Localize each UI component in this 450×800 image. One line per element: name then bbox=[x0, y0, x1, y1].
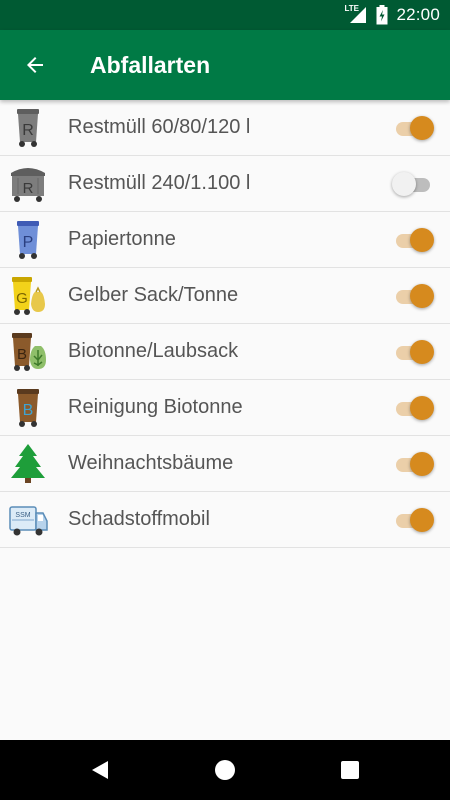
back-button[interactable] bbox=[14, 44, 56, 86]
bio-bin-leaf-bag-icon: B bbox=[12, 333, 46, 371]
toggle-switch[interactable] bbox=[392, 115, 436, 141]
status-icons: LTE 22:00 bbox=[344, 0, 440, 30]
network-type: LTE bbox=[344, 4, 359, 13]
switch-thumb bbox=[410, 452, 434, 476]
switch-thumb bbox=[410, 284, 434, 308]
toggle-switch[interactable] bbox=[392, 283, 436, 309]
switch-thumb bbox=[410, 508, 434, 532]
list-item-label: Biotonne/Laubsack bbox=[68, 340, 239, 362]
list-item-label: Gelber Sack/Tonne bbox=[68, 284, 239, 306]
switch-thumb bbox=[410, 340, 434, 364]
list-item-label: Schadstoffmobil bbox=[68, 508, 210, 530]
yellow-bin-bag-icon: G bbox=[12, 277, 45, 315]
restmuell-container-icon: R bbox=[11, 168, 45, 202]
toggle-switch[interactable] bbox=[392, 507, 436, 533]
list-item[interactable]: R Restmüll 60/80/120 l bbox=[0, 100, 450, 156]
switch-thumb bbox=[392, 172, 416, 196]
christmas-tree-icon bbox=[11, 444, 45, 483]
switch-thumb bbox=[410, 116, 434, 140]
list-item-label: Restmüll 60/80/120 l bbox=[68, 116, 251, 138]
toggle-switch[interactable] bbox=[392, 339, 436, 365]
svg-text:G: G bbox=[16, 290, 28, 307]
svg-text:SSM: SSM bbox=[15, 512, 30, 519]
restmuell-bin-icon: R bbox=[17, 109, 39, 147]
nav-back-icon[interactable] bbox=[88, 758, 112, 782]
nav-home-icon[interactable] bbox=[213, 758, 237, 782]
system-nav-bar bbox=[0, 740, 450, 800]
bio-bin-cleaning-icon: B bbox=[17, 389, 39, 427]
status-time: 22:00 bbox=[396, 5, 440, 24]
hazardous-waste-truck-icon: SSM bbox=[9, 506, 48, 536]
toggle-switch[interactable] bbox=[392, 451, 436, 477]
battery-icon bbox=[376, 5, 388, 25]
arrow-back-icon bbox=[27, 57, 43, 73]
svg-text:B: B bbox=[23, 402, 34, 419]
toggle-switch[interactable] bbox=[392, 395, 436, 421]
paper-bin-icon: P bbox=[17, 221, 39, 259]
list-item-label: Weihnachtsbäume bbox=[68, 452, 234, 474]
list-item[interactable]: SSM Schadstoffmobil bbox=[0, 492, 450, 548]
list-item[interactable]: R Restmüll 240/1.100 l bbox=[0, 156, 450, 212]
nav-recents-icon[interactable] bbox=[338, 758, 362, 782]
svg-text:R: R bbox=[22, 122, 34, 139]
list-item[interactable]: B Reinigung Biotonne bbox=[0, 380, 450, 436]
svg-text:P: P bbox=[23, 234, 34, 251]
list-item-label: Restmüll 240/1.100 l bbox=[68, 172, 251, 194]
switch-thumb bbox=[410, 396, 434, 420]
list-item[interactable]: B Biotonne/Laubsack bbox=[0, 324, 450, 380]
list-item[interactable]: P Papiertonne bbox=[0, 212, 450, 268]
lte-signal-icon: LTE bbox=[344, 4, 368, 25]
status-bar: LTE 22:00 bbox=[0, 0, 450, 30]
waste-type-list: R Restmüll 60/80/120 l R Restmüll 240/1.… bbox=[0, 100, 450, 548]
toggle-switch[interactable] bbox=[392, 171, 436, 197]
app-bar: Abfallarten bbox=[0, 30, 450, 100]
list-item[interactable]: Weihnachtsbäume bbox=[0, 436, 450, 492]
switch-thumb bbox=[410, 228, 434, 252]
svg-text:R: R bbox=[23, 180, 34, 197]
list-item-label: Reinigung Biotonne bbox=[68, 396, 243, 418]
list-item-label: Papiertonne bbox=[68, 228, 176, 250]
list-item[interactable]: G Gelber Sack/Tonne bbox=[0, 268, 450, 324]
toggle-switch[interactable] bbox=[392, 227, 436, 253]
svg-text:B: B bbox=[17, 346, 27, 363]
page-title: Abfallarten bbox=[90, 52, 211, 78]
